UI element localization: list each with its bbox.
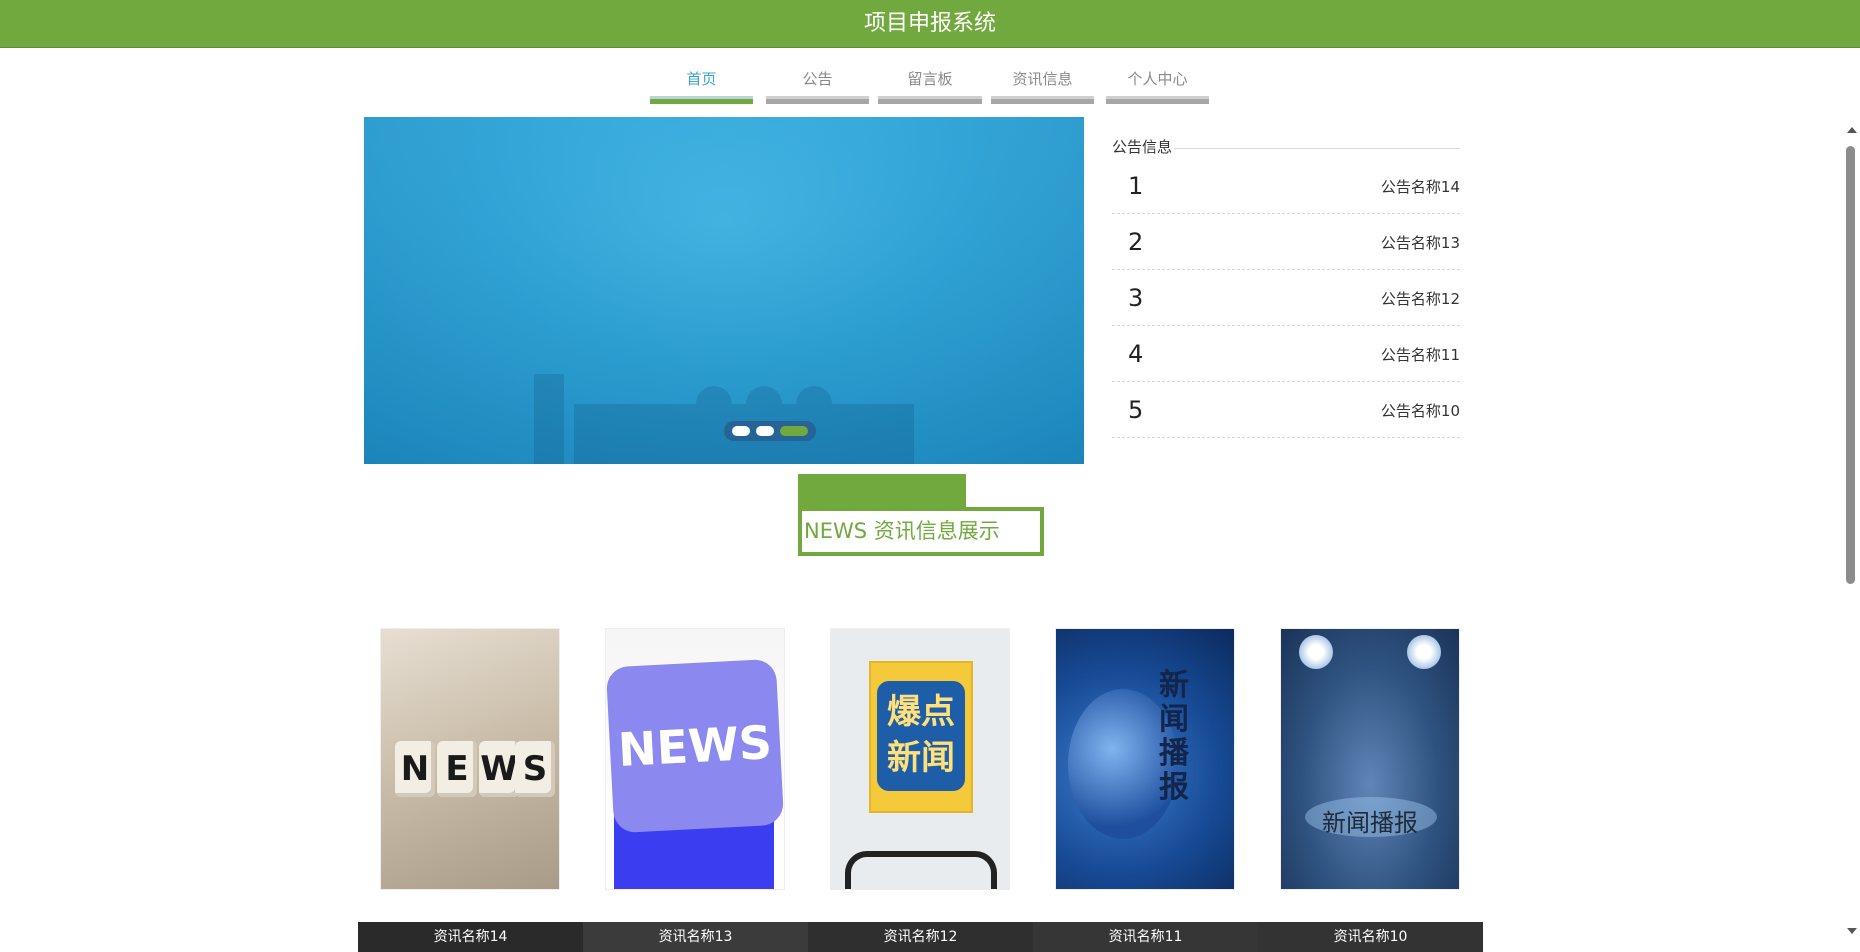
notice-name-link[interactable]: 公告名称10: [1381, 400, 1460, 421]
app-header: 项目申报系统: [0, 0, 1860, 48]
notice-row[interactable]: 1 公告名称14: [1112, 158, 1460, 214]
notice-name-link[interactable]: 公告名称14: [1381, 176, 1460, 197]
nav-item-notice[interactable]: 公告: [766, 66, 869, 108]
spotlight-icon: [1407, 635, 1441, 669]
notice-number: 3: [1128, 284, 1144, 312]
notice-panel-title: 公告信息: [1112, 136, 1460, 158]
carousel-dot[interactable]: [756, 426, 774, 436]
nav-item-label: 首页: [686, 70, 717, 88]
news-header-tab: [798, 474, 966, 508]
nav-item-label: 公告: [802, 70, 833, 88]
news-caption[interactable]: 资讯名称13: [583, 922, 808, 952]
news-section-header: NEWS 资讯信息展示: [798, 474, 1044, 556]
news-cube: N: [395, 741, 435, 797]
app-title: 项目申报系统: [863, 11, 996, 36]
notice-panel-title-text: 公告信息: [1112, 138, 1173, 156]
nav-item-news[interactable]: 资讯信息: [991, 66, 1094, 108]
news-caption-row: 资讯名称14 资讯名称13 资讯名称12 资讯名称11 资讯名称10: [358, 922, 1483, 952]
broadcast-stage-text: 新闻播报: [1322, 809, 1418, 837]
spotlight-icon: [1299, 635, 1333, 669]
broadcast-vertical-text: 新闻播报: [1159, 668, 1189, 805]
breaking-news-label: 爆点新闻: [877, 681, 965, 791]
news-card-image[interactable]: 新闻播报: [1055, 628, 1235, 890]
news-card-image[interactable]: NEWS: [605, 628, 785, 890]
burst-badge: 爆点新闻: [869, 661, 973, 813]
nav-item-label: 资讯信息: [1012, 70, 1073, 88]
nav-item-profile[interactable]: 个人中心: [1106, 66, 1209, 108]
main-nav: 首页 公告 留言板 资讯信息 个人中心: [0, 66, 1860, 110]
carousel-dot-active[interactable]: [780, 426, 808, 436]
notice-name-link[interactable]: 公告名称13: [1381, 232, 1460, 253]
nav-item-underline: [650, 96, 753, 104]
phone-outline-icon: [845, 851, 997, 889]
nav-item-message-board[interactable]: 留言板: [878, 66, 982, 108]
news-cube: W: [479, 741, 519, 797]
notice-row[interactable]: 5 公告名称10: [1112, 382, 1460, 438]
building-silhouette-icon: [534, 374, 914, 464]
news-card-image[interactable]: 爆点新闻: [830, 628, 1010, 890]
news-card-image[interactable]: 新闻播报: [1280, 628, 1460, 890]
news-caption[interactable]: 资讯名称12: [808, 922, 1033, 952]
news-section-title: NEWS 资讯信息展示: [798, 507, 1044, 556]
news-key-label: NEWS: [606, 658, 784, 834]
notice-name-link[interactable]: 公告名称12: [1381, 288, 1460, 309]
notice-number: 5: [1128, 396, 1144, 424]
notice-number: 4: [1128, 340, 1144, 368]
carousel-banner[interactable]: [364, 117, 1084, 464]
notice-number: 1: [1128, 172, 1144, 200]
notice-row[interactable]: 4 公告名称11: [1112, 326, 1460, 382]
news-caption[interactable]: 资讯名称10: [1258, 922, 1483, 952]
notice-row[interactable]: 3 公告名称12: [1112, 270, 1460, 326]
page-scrollbar[interactable]: [1842, 124, 1860, 938]
news-cube: E: [437, 741, 477, 797]
scroll-up-arrow-icon[interactable]: [1847, 127, 1857, 133]
nav-item-label: 留言板: [907, 70, 953, 88]
nav-item-home[interactable]: 首页: [650, 66, 753, 108]
news-cube: S: [515, 741, 555, 797]
notice-number: 2: [1128, 228, 1144, 256]
nav-item-underline: [1106, 96, 1209, 104]
scroll-down-arrow-icon[interactable]: [1847, 928, 1857, 934]
nav-item-underline: [766, 96, 869, 104]
news-caption[interactable]: 资讯名称14: [358, 922, 583, 952]
news-card-image[interactable]: N E W S: [380, 628, 560, 890]
notice-name-link[interactable]: 公告名称11: [1381, 344, 1460, 365]
nav-item-underline: [991, 96, 1094, 104]
notice-row[interactable]: 2 公告名称13: [1112, 214, 1460, 270]
scroll-thumb[interactable]: [1846, 146, 1855, 584]
carousel-indicators: [724, 421, 816, 441]
news-caption[interactable]: 资讯名称11: [1033, 922, 1258, 952]
carousel-dot[interactable]: [732, 426, 750, 436]
nav-item-underline: [878, 96, 982, 104]
nav-item-label: 个人中心: [1127, 70, 1188, 88]
notice-panel: 公告信息 1 公告名称14 2 公告名称13 3 公告名称12 4 公告名称11…: [1112, 136, 1460, 438]
